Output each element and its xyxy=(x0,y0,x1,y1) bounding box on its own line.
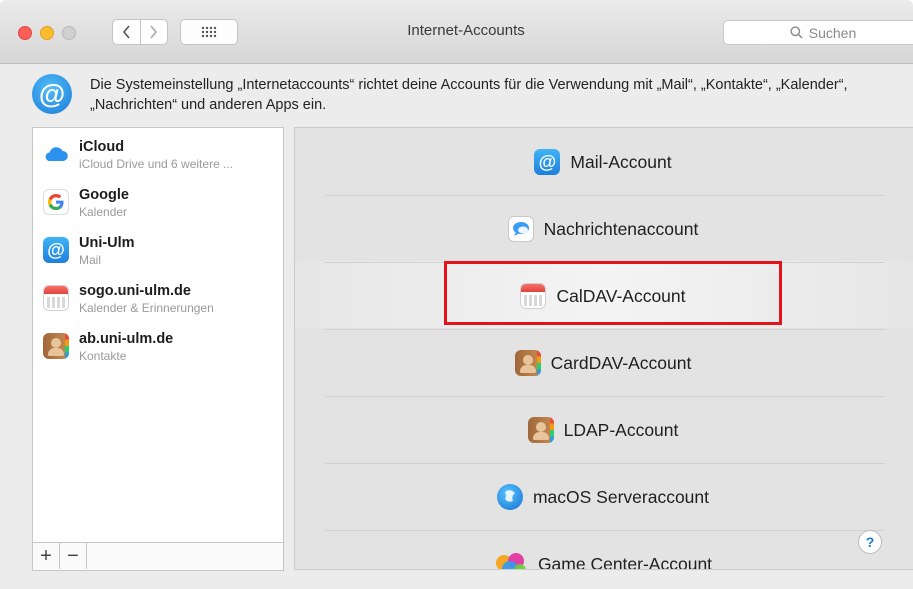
calendar-icon xyxy=(43,285,69,311)
internet-accounts-icon: @ xyxy=(32,74,72,114)
account-name: ab.uni-ulm.de xyxy=(79,331,174,347)
account-detail: Kalender xyxy=(79,205,128,219)
provider-game-center-account[interactable]: Game Center-Account xyxy=(303,531,903,570)
title-bar: Internet-Accounts Suchen xyxy=(0,0,913,64)
search-icon xyxy=(790,26,803,39)
back-button[interactable] xyxy=(113,20,140,44)
provider-label: Mail-Account xyxy=(570,151,672,172)
list-item-sogo[interactable]: sogo.uni-ulm.de Kalender & Erinnerungen xyxy=(33,274,283,322)
add-account-button[interactable]: + xyxy=(33,543,60,569)
help-button[interactable]: ? xyxy=(858,530,882,554)
list-item-google[interactable]: Google Kalender xyxy=(33,178,283,226)
provider-label: macOS Serveraccount xyxy=(532,486,710,507)
provider-mail-account[interactable]: @ Mail-Account xyxy=(303,129,903,195)
description-text: Die Systemeinstellung „Internetaccounts“… xyxy=(90,77,848,113)
contacts-icon xyxy=(514,350,541,376)
list-toolbar: + − xyxy=(32,543,284,571)
provider-carddav-account[interactable]: CardDAV-Account xyxy=(303,330,903,396)
navigation-buttons xyxy=(112,19,168,45)
account-detail: iCloud Drive und 6 weitere ... xyxy=(79,157,234,171)
account-name: Uni-Ulm xyxy=(79,235,135,251)
provider-ldap-account[interactable]: LDAP-Account xyxy=(303,397,903,463)
provider-macos-server-account[interactable]: macOS Serveraccount xyxy=(303,464,903,530)
mail-icon: @ xyxy=(534,149,561,175)
account-name: iCloud xyxy=(79,139,125,155)
list-item-ab[interactable]: ab.uni-ulm.de Kontakte xyxy=(33,322,283,370)
account-detail: Kalender & Erinnerungen xyxy=(79,301,214,315)
mail-icon: @ xyxy=(43,237,69,263)
google-icon xyxy=(43,189,69,215)
chevron-right-icon xyxy=(150,25,158,39)
provider-label: Nachrichtenaccount xyxy=(543,218,699,239)
list-item-icloud[interactable]: iCloud iCloud Drive und 6 weitere ... xyxy=(33,130,283,178)
highlight-box xyxy=(444,261,782,325)
provider-label: LDAP-Account xyxy=(563,419,679,440)
internet-accounts-window: Internet-Accounts Suchen @ Die Systemein… xyxy=(0,0,913,589)
provider-messages-account[interactable]: Nachrichtenaccount xyxy=(303,196,903,262)
account-detail: Mail xyxy=(79,253,102,267)
show-all-button[interactable] xyxy=(180,19,238,45)
forward-button[interactable] xyxy=(139,20,167,44)
list-item-uni-ulm[interactable]: @ Uni-Ulm Mail xyxy=(33,226,283,274)
accounts-list: iCloud iCloud Drive und 6 weitere ... Go… xyxy=(32,127,284,543)
game-center-icon xyxy=(494,551,528,569)
close-button[interactable] xyxy=(18,26,32,40)
icloud-icon xyxy=(43,141,69,167)
contacts-icon xyxy=(527,417,554,443)
search-placeholder: Suchen xyxy=(808,24,857,41)
grid-icon xyxy=(201,26,217,38)
account-name: sogo.uni-ulm.de xyxy=(79,283,191,299)
messages-icon xyxy=(507,216,534,242)
window-title: Internet-Accounts xyxy=(407,22,525,39)
account-detail: Kontakte xyxy=(79,349,127,363)
search-field[interactable]: Suchen xyxy=(723,20,913,45)
account-name: Google xyxy=(79,187,129,203)
provider-label: Game Center-Account xyxy=(537,553,713,570)
chevron-left-icon xyxy=(122,25,130,39)
contacts-icon xyxy=(43,333,69,359)
remove-account-button[interactable]: − xyxy=(60,543,87,569)
provider-label: CardDAV-Account xyxy=(550,352,692,373)
zoom-button[interactable] xyxy=(62,26,76,40)
minimize-button[interactable] xyxy=(40,26,54,40)
server-icon xyxy=(496,484,523,510)
account-provider-panel: @ Mail-Account Nachrichtenaccount CalDAV… xyxy=(294,127,913,570)
